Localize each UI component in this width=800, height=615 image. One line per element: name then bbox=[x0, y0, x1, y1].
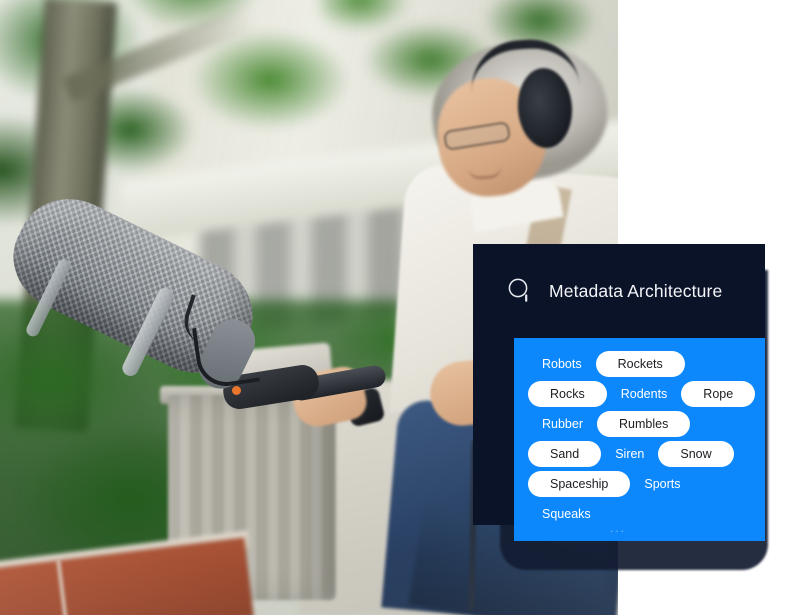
tag-spaceship[interactable]: Spaceship bbox=[528, 470, 631, 498]
tag-rodents[interactable]: Rodents bbox=[607, 388, 682, 401]
tag-sand[interactable]: Sand bbox=[528, 440, 602, 468]
tag-rocks[interactable]: Rocks bbox=[528, 380, 607, 408]
tag-snow[interactable]: Snow bbox=[658, 440, 734, 468]
tag-rope[interactable]: Rope bbox=[681, 380, 756, 408]
tag-row: Robots Rockets bbox=[514, 349, 765, 379]
card-title: Metadata Architecture bbox=[549, 280, 723, 301]
photo-grip-indicator bbox=[232, 386, 241, 395]
stage: Metadata Architecture Robots Rockets Rocks… bbox=[0, 0, 800, 615]
tag-robots[interactable]: Robots bbox=[528, 358, 596, 371]
tag-squeaks[interactable]: Squeaks bbox=[528, 508, 605, 521]
tag-rubber[interactable]: Rubber bbox=[528, 418, 597, 431]
tag-row: Rubber Rumbles bbox=[514, 409, 765, 439]
search-icon[interactable] bbox=[508, 278, 532, 304]
tag-row: Squeaks bbox=[514, 499, 765, 529]
tag-cloud-panel: Robots Rockets Rocks Rodents Rope Rubber Rumbl… bbox=[514, 338, 765, 541]
card-header: Metadata Architecture bbox=[473, 244, 765, 338]
tag-rockets[interactable]: Rockets bbox=[595, 350, 685, 378]
tag-siren[interactable]: Siren bbox=[601, 448, 658, 461]
tag-row: Spaceship Sports bbox=[514, 469, 765, 499]
tag-rumbles[interactable]: Rumbles bbox=[597, 410, 691, 438]
tag-overflow-indicator: ... bbox=[610, 521, 627, 535]
tag-row: Sand Siren Snow bbox=[514, 439, 765, 469]
tag-row: Rocks Rodents Rope bbox=[514, 379, 765, 409]
tag-sports[interactable]: Sports bbox=[630, 478, 694, 491]
